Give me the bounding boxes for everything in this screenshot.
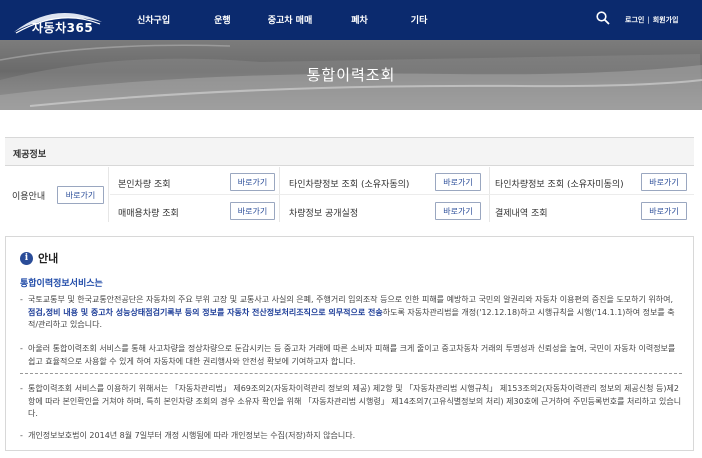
page-banner: 통합이력조회: [0, 40, 702, 110]
notice-title-text: 안내: [38, 252, 59, 265]
nav-driving[interactable]: 운행: [214, 13, 231, 26]
provided-info-panel: 제공정보 이용안내 바로가기 본인차량 조회 바로가기 타인차량정보 조회 (소…: [5, 137, 694, 227]
paragraph-text: 통합이력조회 서비스를 이용하기 위해서는 「자동차관리법」 제69조의2(자동…: [28, 384, 682, 418]
main-nav: 신차구입 운행 중고차 매매 폐차 기타: [137, 13, 471, 26]
service-title: 통합이력정보서비스는: [20, 279, 103, 289]
own-vehicle-label: 본인차량 조회: [118, 180, 171, 190]
vehicle-info-disclosure-button[interactable]: 바로가기: [435, 202, 481, 220]
usage-guide-label: 이용안내: [12, 192, 46, 202]
provided-info-heading: 제공정보: [5, 138, 694, 166]
usage-guide-button[interactable]: 바로가기: [57, 186, 104, 204]
notice-paragraph-2: - 아울러 통합이력조회 서비스를 통해 사고차량을 정상차량으로 둔갑시키는 …: [20, 343, 682, 368]
notice-paragraph-3: - 통합이력조회 서비스를 이용하기 위해서는 「자동차관리법」 제69조의2(…: [20, 383, 682, 421]
dashed-divider: [20, 373, 682, 374]
own-vehicle-button[interactable]: 바로가기: [230, 173, 275, 191]
search-icon[interactable]: [596, 11, 610, 25]
notice-panel: i 안내 통합이력정보서비스는 - 국토교통부 및 한국교통안전공단은 자동차의…: [5, 236, 694, 451]
payment-history-label: 결제내역 조회: [495, 209, 548, 219]
notice-title: i 안내: [20, 250, 58, 266]
bullet-dash: -: [20, 295, 23, 304]
trade-vehicle-label: 매매용차량 조회: [118, 209, 179, 219]
vehicle-info-disclosure-label: 차량정보 공개실정: [289, 209, 359, 219]
bullet-dash: -: [20, 384, 23, 393]
nav-used-car-trade[interactable]: 중고차 매매: [268, 13, 313, 26]
payment-history-button[interactable]: 바로가기: [641, 202, 687, 220]
paragraph-text: 국토교통부 및 한국교통안전공단은 자동차의 주요 부위 고장 및 교통사고 사…: [28, 295, 674, 304]
notice-paragraph-4: - 개인정보보호법이 2014년 8월 7일부터 개정 시행됨에 따라 개인정보…: [20, 430, 682, 443]
row-divider: [110, 194, 694, 195]
page-title: 통합이력조회: [306, 66, 396, 84]
bullet-dash: -: [20, 431, 23, 440]
paragraph-text: 개인정보보호법이 2014년 8월 7일부터 개정 시행됨에 따라 개인정보는 …: [28, 431, 356, 440]
nav-etc[interactable]: 기타: [411, 13, 428, 26]
trade-vehicle-button[interactable]: 바로가기: [230, 202, 275, 220]
logo[interactable]: 자동차365: [10, 6, 105, 36]
paragraph-text: 아울러 통합이력조회 서비스를 통해 사고차량을 정상차량으로 둔갑시키는 등 …: [28, 344, 676, 366]
notice-paragraph-1: - 국토교통부 및 한국교통안전공단은 자동차의 주요 부위 고장 및 교통사고…: [20, 294, 682, 332]
other-vehicle-no-consent-button[interactable]: 바로가기: [641, 173, 687, 191]
info-icon: i: [20, 251, 33, 265]
logo-text: 자동차365: [32, 21, 94, 35]
login-link[interactable]: 로그인: [625, 16, 644, 24]
link-separator: |: [647, 16, 650, 24]
usage-guide-cell: 이용안내 바로가기: [5, 167, 109, 222]
other-vehicle-consent-label: 타인차량정보 조회 (소유자동의): [289, 180, 410, 190]
bullet-dash: -: [20, 344, 23, 353]
other-vehicle-consent-button[interactable]: 바로가기: [435, 173, 481, 191]
top-links: 로그인 | 회원가입: [625, 15, 678, 25]
other-vehicle-no-consent-label: 타인차량정보 조회 (소유자미동의): [495, 180, 624, 190]
site-header: 자동차365 신차구입 운행 중고차 매매 폐차 기타 로그인 | 회원가입: [0, 0, 702, 40]
highlight-text: 점검,정비 내용 및 중고차 성능상태점검기록부 등의 정보를 자동차 전산정보…: [28, 307, 383, 317]
nav-scrap[interactable]: 폐차: [351, 13, 368, 26]
signup-link[interactable]: 회원가입: [653, 16, 679, 24]
nav-new-car[interactable]: 신차구입: [137, 13, 170, 26]
